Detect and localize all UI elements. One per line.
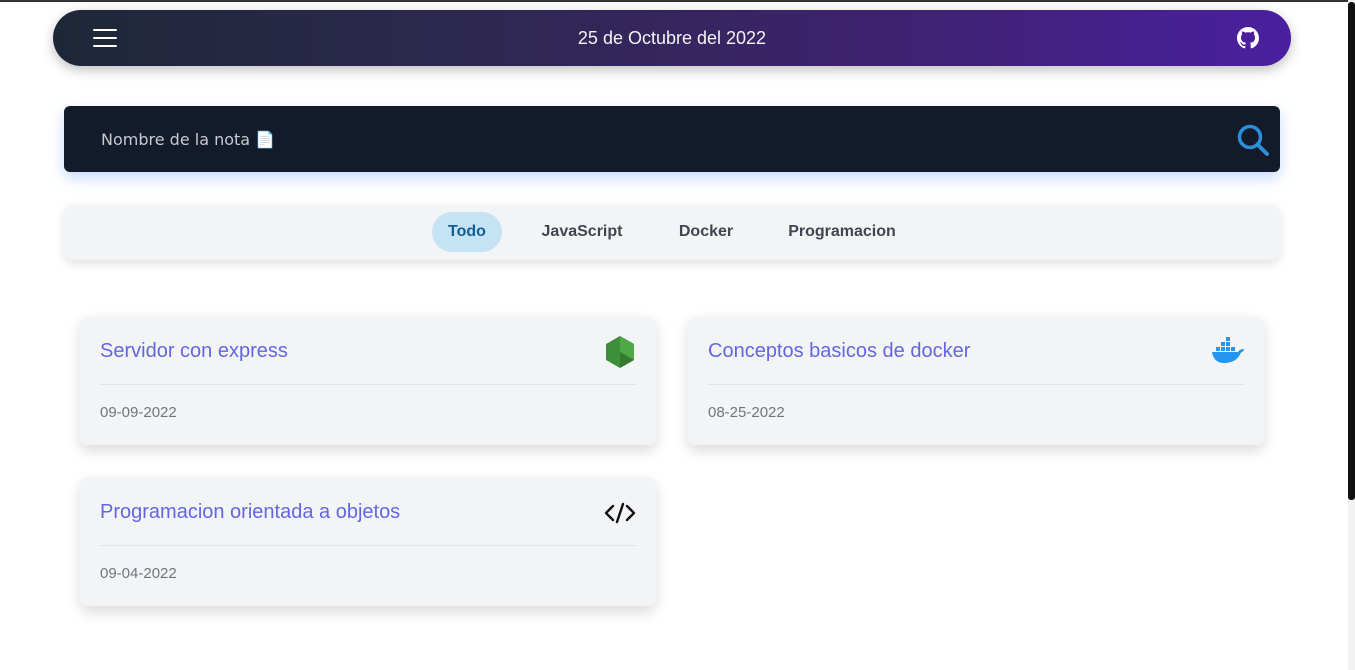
- note-title[interactable]: Conceptos basicos de docker: [708, 340, 970, 363]
- docker-icon: [1212, 337, 1244, 363]
- tab-javascript[interactable]: JavaScript: [530, 212, 634, 252]
- note-date: 09-09-2022: [100, 404, 177, 421]
- hamburger-menu-icon[interactable]: [93, 29, 117, 47]
- github-icon[interactable]: [1237, 27, 1259, 49]
- note-divider: [708, 384, 1244, 385]
- tab-programacion[interactable]: Programacion: [778, 212, 906, 252]
- search-bar: [64, 106, 1280, 172]
- note-card[interactable]: Conceptos basicos de docker 08-25-2022: [688, 316, 1264, 445]
- note-divider: [100, 545, 636, 546]
- note-title[interactable]: Programacion orientada a objetos: [100, 501, 400, 524]
- top-navbar: 25 de Octubre del 2022: [53, 10, 1291, 66]
- tab-docker[interactable]: Docker: [668, 212, 744, 252]
- scrollbar-track[interactable]: [1348, 0, 1355, 670]
- search-icon[interactable]: [1236, 123, 1270, 157]
- nodejs-icon: [606, 336, 634, 368]
- search-input[interactable]: [64, 106, 1214, 172]
- category-filter-bar: Todo JavaScript Docker Programacion: [64, 204, 1280, 260]
- current-date: 25 de Octubre del 2022: [577, 27, 767, 48]
- note-card[interactable]: Programacion orientada a objetos 09-04-2…: [80, 477, 656, 606]
- top-border: [0, 0, 1348, 2]
- tab-todo[interactable]: Todo: [432, 212, 502, 252]
- note-card[interactable]: Servidor con express 09-09-2022: [80, 316, 656, 445]
- code-icon: [604, 502, 636, 524]
- note-title[interactable]: Servidor con express: [100, 340, 288, 363]
- note-divider: [100, 384, 636, 385]
- note-date: 08-25-2022: [708, 404, 785, 421]
- scrollbar-thumb[interactable]: [1348, 2, 1355, 500]
- note-date: 09-04-2022: [100, 565, 177, 582]
